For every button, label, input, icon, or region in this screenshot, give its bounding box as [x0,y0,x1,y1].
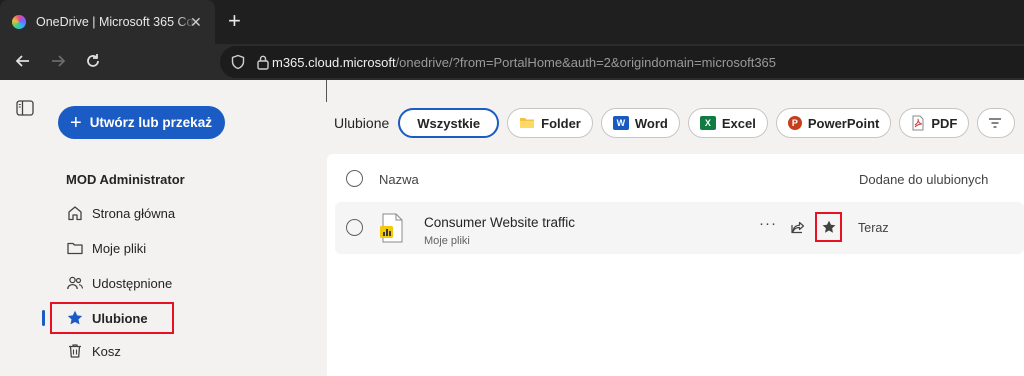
filter-chip-all[interactable]: Wszystkie [398,108,500,138]
trash-icon [69,344,81,358]
copilot-favicon-icon [12,15,26,29]
browser-toolbar: m365.cloud.microsoft/onedrive/?from=Port… [0,44,1024,80]
sidebar-item-trash[interactable]: Kosz [66,338,121,364]
close-tab-icon[interactable]: ✕ [190,13,202,31]
plus-icon: + [70,111,82,134]
url-text: m365.cloud.microsoft/onedrive/?from=Port… [272,54,777,70]
filter-chip-powerpoint[interactable]: P PowerPoint [775,108,892,138]
column-header-added[interactable]: Dodane do ulubionych [859,172,988,187]
tab-title: OneDrive | Microsoft 365 Copilot [36,15,196,29]
highlight-box [50,302,174,334]
refresh-icon[interactable] [84,52,102,74]
filter-bar: Ulubione Wszystkie Folder W Word X Excel… [334,108,1023,138]
table-row[interactable]: Consumer Website traffic Moje pliki ··· … [335,202,1024,254]
browser-tab[interactable]: OneDrive | Microsoft 365 Copilot ✕ [0,0,215,44]
app-rail [0,80,44,376]
filter-chip-pdf[interactable]: PDF [899,108,970,138]
file-name[interactable]: Consumer Website traffic [424,215,575,230]
chip-label: Word [634,115,668,131]
forward-arrow-icon[interactable] [49,52,67,74]
word-icon: W [612,116,629,130]
column-header-name[interactable]: Nazwa [379,172,419,187]
back-arrow-icon[interactable] [14,52,32,74]
chip-label: PowerPoint [807,115,880,131]
sidebar-item-shared[interactable]: Udostępnione [66,270,172,296]
chip-label: Folder [541,115,581,131]
sidebar-item-label: Udostępnione [92,275,173,291]
sort-filter-button[interactable] [977,108,1016,138]
star-icon [822,220,835,233]
chip-label: PDF [931,115,958,131]
new-tab-button[interactable]: + [228,9,241,33]
filter-lines-icon [989,118,1002,128]
home-icon [68,206,82,221]
more-options-icon[interactable]: ··· [759,215,777,232]
filter-chip-folder[interactable]: Folder [507,108,593,138]
powerbi-file-icon [380,213,403,243]
sidebar-toggle-icon[interactable] [16,100,34,116]
active-indicator [42,310,45,326]
browser-tab-strip: OneDrive | Microsoft 365 Copilot ✕ + [0,0,1024,44]
added-date: Teraz [858,221,889,235]
sidebar-item-home[interactable]: Strona główna [66,200,175,226]
powerpoint-icon: P [787,116,802,130]
list-header: Nazwa Dodane do ulubionych [327,154,1024,202]
create-upload-button[interactable]: + Utwórz lub przekaż [58,106,225,139]
onedrive-page: + Utwórz lub przekaż MOD Administrator S… [0,80,1024,376]
share-icon[interactable] [790,219,806,235]
row-select-checkbox[interactable] [346,219,363,236]
file-list: Nazwa Dodane do ulubionych Consumer Webs… [327,154,1024,376]
file-location: Moje pliki [424,235,470,247]
favorite-toggle-button[interactable] [815,212,842,242]
sidebar-item-label: Moje pliki [92,240,147,256]
pdf-icon [912,115,924,131]
sidebar-item-label: Strona główna [92,205,176,221]
people-icon [67,276,83,290]
divider [326,80,327,102]
create-upload-label: Utwórz lub przekaż [89,115,212,130]
chip-label: Excel [721,115,756,131]
filter-chip-word[interactable]: W Word [600,108,680,138]
select-all-checkbox[interactable] [346,170,363,187]
lock-icon[interactable] [256,54,270,70]
chip-label: Wszystkie [417,115,481,131]
folder-icon [67,242,83,255]
folder-icon [520,118,535,128]
sidebar-item-label: Kosz [92,343,121,359]
page-title: Ulubione [334,115,390,131]
filter-chip-excel[interactable]: X Excel [687,108,768,138]
shield-icon[interactable] [230,54,246,70]
address-bar[interactable]: m365.cloud.microsoft/onedrive/?from=Port… [220,46,1024,78]
excel-icon: X [699,116,716,130]
account-name: MOD Administrator [66,172,185,187]
sidebar: + Utwórz lub przekaż MOD Administrator S… [42,80,326,376]
sidebar-item-my-files[interactable]: Moje pliki [66,235,146,261]
